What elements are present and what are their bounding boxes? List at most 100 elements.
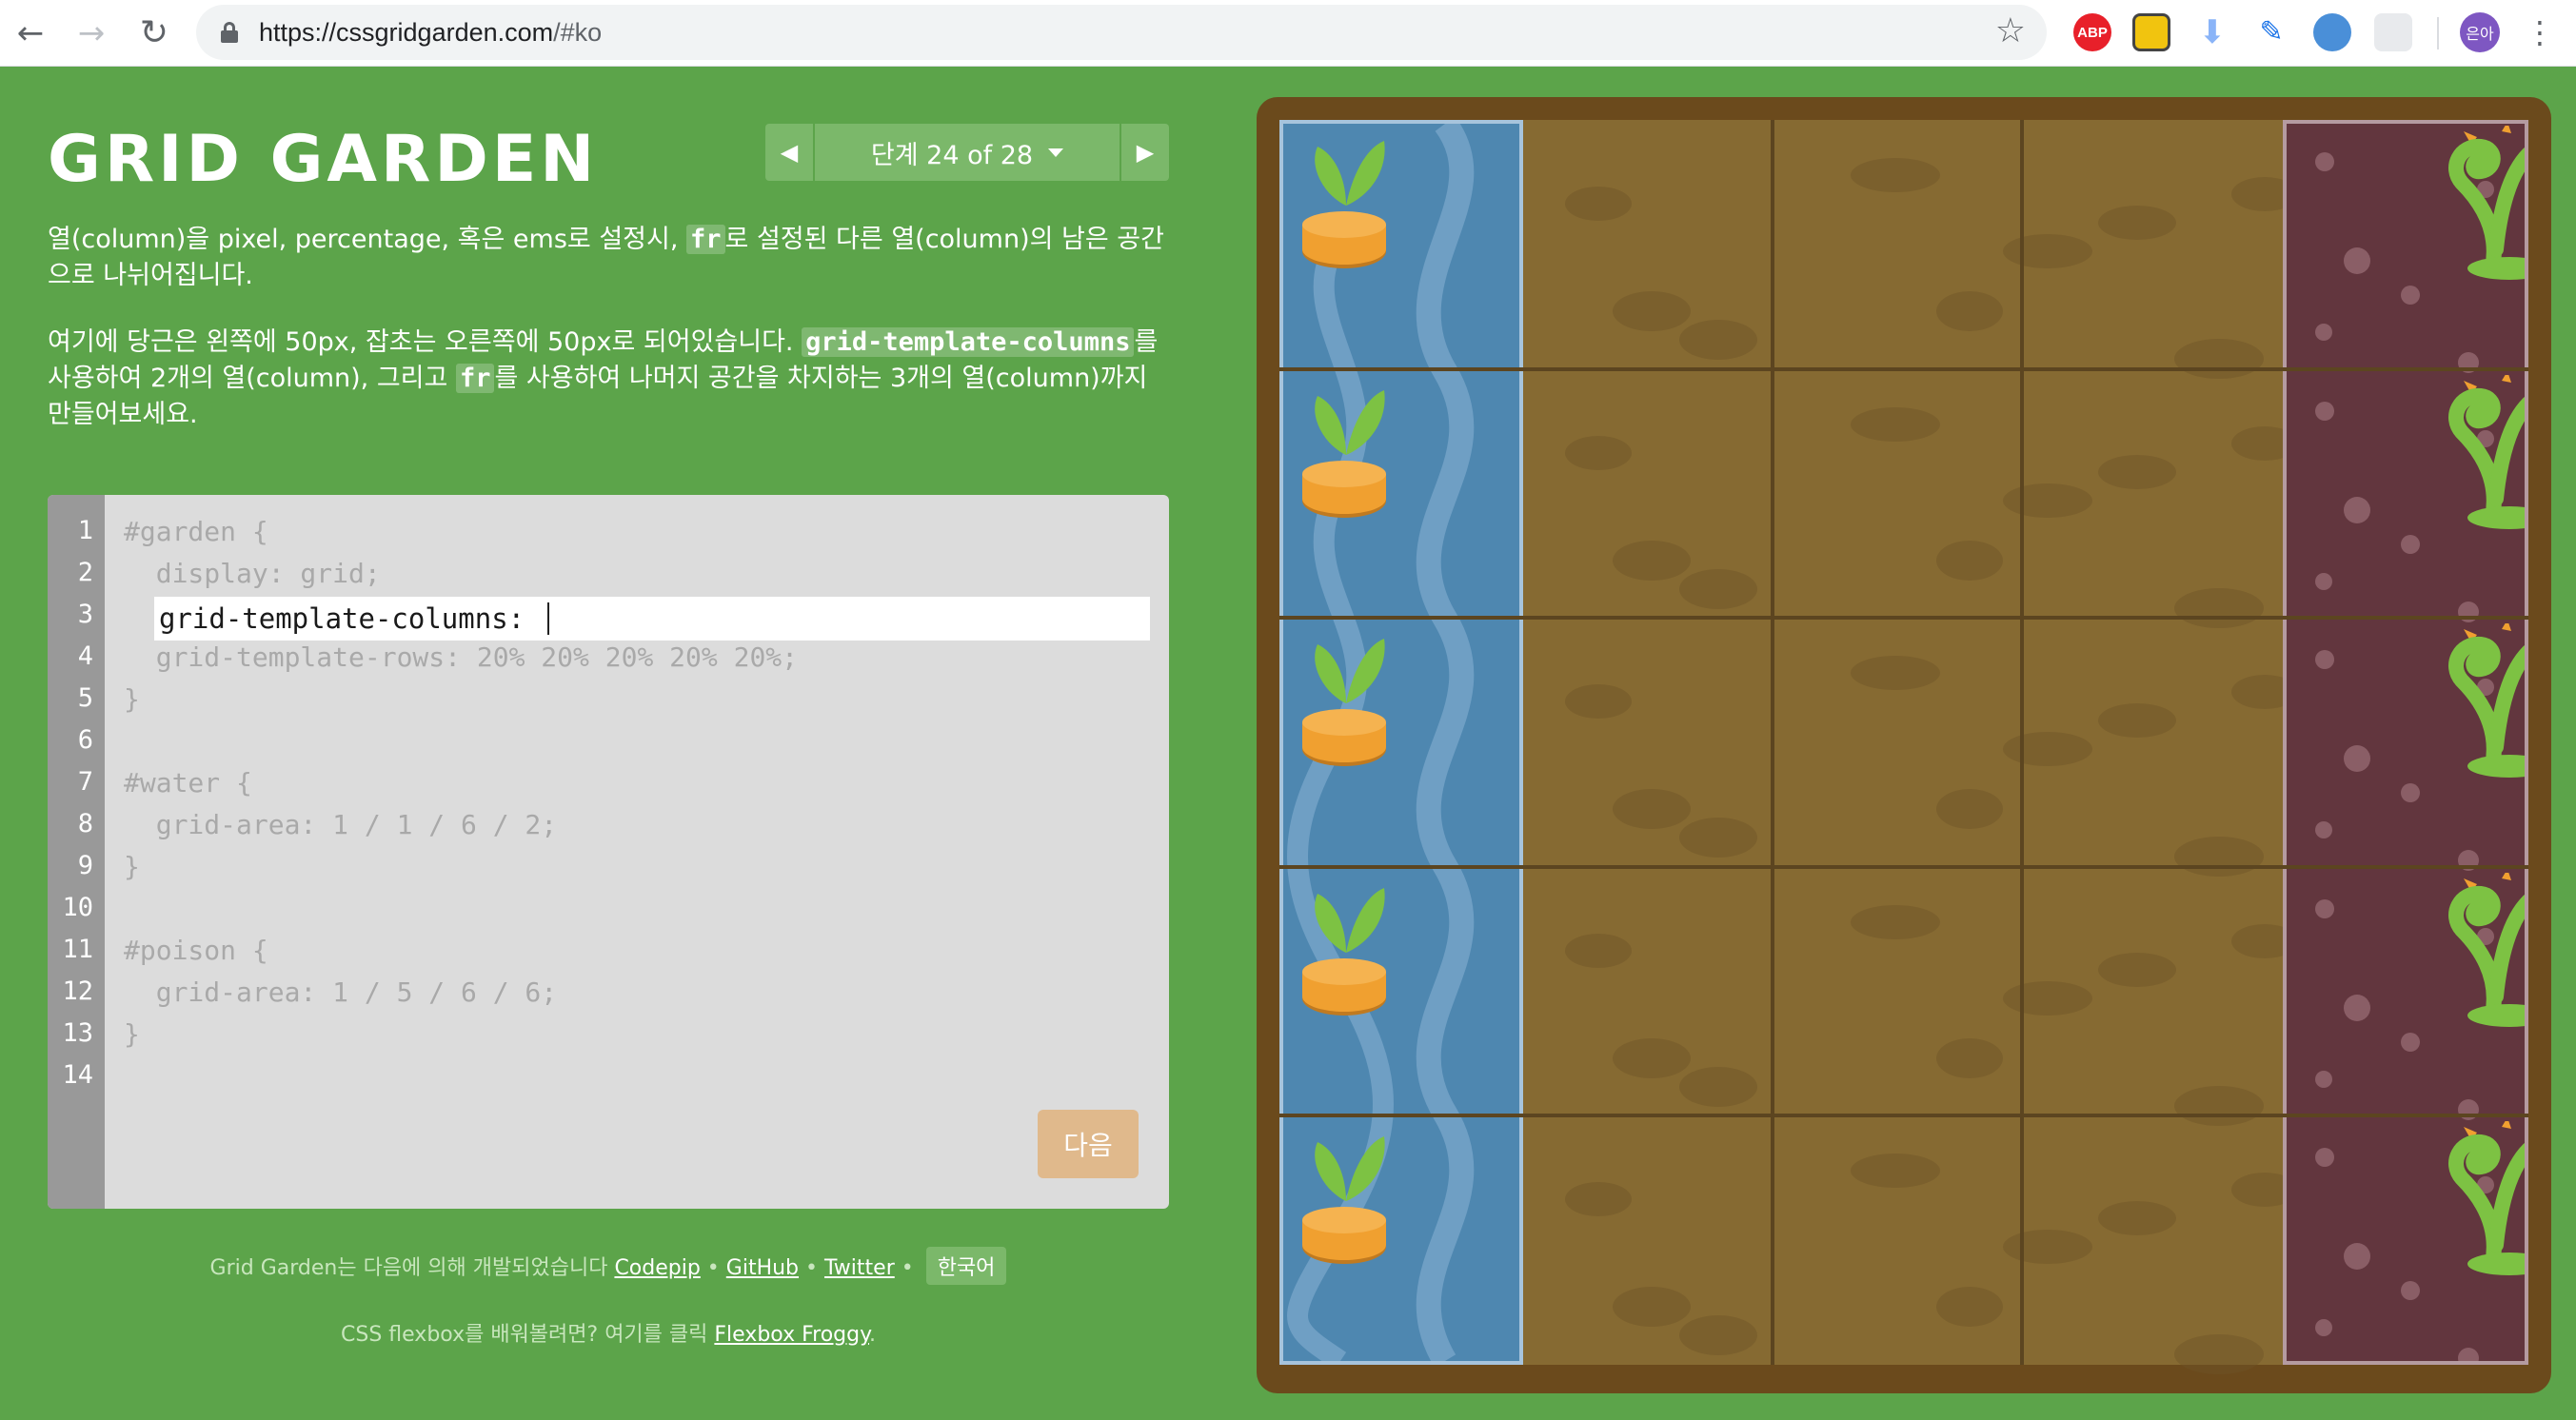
line-number: 9 (77, 851, 93, 880)
previous-level-button[interactable]: ◀ (765, 124, 815, 181)
line-number: 6 (77, 725, 93, 755)
extension-icon[interactable] (2132, 13, 2170, 51)
line-number: 12 (62, 976, 93, 1006)
inline-code-property: grid-template-columns (802, 327, 1135, 357)
soil-clod (1851, 656, 1940, 691)
language-button[interactable]: 한국어 (925, 1247, 1007, 1285)
weed-icon (2448, 872, 2525, 1027)
line-number: 2 (77, 558, 93, 587)
flexbox-froggy-link[interactable]: Flexbox Froggy (714, 1323, 869, 1347)
css-input-field[interactable]: grid-template-columns: (154, 597, 1150, 641)
twitter-link[interactable]: Twitter (824, 1256, 895, 1280)
poison-dot (2344, 1243, 2370, 1271)
carrot-icon (1302, 1136, 1386, 1265)
line-number: 7 (77, 767, 93, 797)
toolbar-divider (2437, 17, 2439, 49)
poison-area (2283, 120, 2528, 1365)
soil-clod (2098, 703, 2176, 739)
profile-avatar[interactable]: 은아 (2460, 12, 2500, 52)
poison-dot (2315, 898, 2334, 918)
soil-clod (1613, 1287, 1691, 1328)
soil-clod (1851, 904, 1940, 939)
level-navigator: ◀ 단계 24 of 28 ▶ (765, 124, 1169, 181)
soil-clod (2003, 234, 2092, 268)
codepip-link[interactable]: Codepip (614, 1256, 700, 1280)
grid-line (1279, 1114, 2528, 1118)
triangle-left-icon: ◀ (780, 139, 799, 166)
soil-clod (2174, 339, 2264, 379)
extension-gear-icon[interactable] (2374, 13, 2412, 51)
soil-clod (1936, 540, 2003, 581)
download-extension-icon[interactable]: ⬇ (2193, 13, 2231, 51)
caret-down-icon (1048, 148, 1064, 157)
url-text: https://cssgridgarden.com/#ko (259, 18, 603, 47)
carrot-icon (1302, 639, 1386, 767)
carrot-icon (1302, 887, 1386, 1016)
next-level-button[interactable]: ▶ (1120, 124, 1169, 181)
code-line: } (124, 851, 140, 882)
code-line: display: grid; (124, 558, 381, 589)
soil-clod (2174, 1334, 2264, 1375)
soil-clod (1613, 291, 1691, 331)
bookmark-star-icon[interactable]: ☆ (1995, 12, 2026, 50)
poison-dot (2315, 1319, 2332, 1337)
water-area (1279, 120, 1523, 1365)
address-bar[interactable]: https://cssgridgarden.com/#ko ☆ (196, 5, 2047, 60)
soil-clod (1679, 320, 1757, 360)
extension-circle-icon[interactable] (2313, 13, 2351, 51)
poison-dot (2458, 1348, 2479, 1361)
poison-dot (2401, 534, 2420, 554)
forward-arrow-icon[interactable]: → (69, 10, 114, 56)
instruction-paragraph-2: 여기에 당근은 왼쪽에 50px, 잡초는 오른쪽에 50px로 되어있습니다.… (48, 327, 1159, 429)
flexbox-froggy-line: CSS flexbox를 배워볼려면? 여기를 클릭 Flexbox Frogg… (341, 1323, 876, 1347)
soil-clod (1679, 1315, 1757, 1356)
soil-clod (1851, 406, 1940, 442)
kebab-menu-icon[interactable]: ⋮ (2525, 11, 2555, 53)
code-line: } (124, 1018, 140, 1050)
back-arrow-icon[interactable]: ← (8, 10, 53, 56)
level-dropdown[interactable]: 단계 24 of 28 (815, 124, 1120, 181)
line-number: 11 (62, 935, 93, 964)
line-number: 1 (77, 516, 93, 545)
poison-dot (2315, 324, 2332, 341)
code-line: #poison { (124, 935, 268, 966)
soil-clod (1936, 1287, 2003, 1328)
weed-icon (2448, 374, 2525, 529)
poison-dot (2401, 1032, 2420, 1052)
input-prefix: grid-template-columns: (159, 602, 542, 635)
soil-clod (2098, 1201, 2176, 1236)
code-line: } (124, 683, 140, 715)
code-line: grid-area: 1 / 1 / 6 / 2; (124, 809, 558, 840)
poison-dot (2344, 745, 2370, 773)
inline-code-fr: fr (455, 364, 495, 393)
code-editor: 1 2 3 4 5 6 7 8 9 10 11 12 13 14 #garden { display: g… (48, 495, 1169, 1209)
grid-line (1279, 616, 2528, 621)
reload-icon[interactable]: ↻ (131, 10, 177, 56)
soil-clod (2174, 837, 2264, 878)
next-button[interactable]: 다음 (1038, 1110, 1139, 1178)
credits-line: Grid Garden는 다음에 의해 개발되었습니다 Codepip • Gi… (48, 1247, 1169, 1285)
code-line: grid-area: 1 / 5 / 6 / 6; (124, 976, 558, 1008)
soil-clod (1936, 789, 2003, 830)
line-number: 8 (77, 809, 93, 838)
page-title: GRID GARDEN (48, 122, 599, 197)
soil-clod (1851, 158, 1940, 192)
instruction-paragraph-1: 열(column)을 pixel, percentage, 혹은 ems로 설정… (48, 225, 1164, 290)
extension-pen-icon[interactable]: ✎ (2252, 13, 2290, 51)
lock-icon (221, 22, 238, 43)
grid-line (1279, 864, 2528, 869)
soil-clod (1613, 540, 1691, 581)
soil-clod (1679, 1066, 1757, 1107)
github-link[interactable]: GitHub (726, 1256, 799, 1280)
code-line: grid-template-rows: 20% 20% 20% 20% 20%; (124, 641, 799, 673)
soil-clod (1613, 1037, 1691, 1078)
line-number: 4 (77, 641, 93, 671)
browser-toolbar: ← → ↻ https://cssgridgarden.com/#ko ☆ AB… (0, 0, 2576, 67)
poison-dot (2315, 821, 2332, 839)
poison-dot (2315, 1070, 2332, 1088)
carrot-icon (1302, 141, 1386, 268)
soil-clod (2003, 1230, 2092, 1265)
soil-clod (1565, 187, 1632, 221)
adblock-extension-icon[interactable]: ABP (2073, 13, 2111, 51)
line-number: 14 (62, 1060, 93, 1090)
